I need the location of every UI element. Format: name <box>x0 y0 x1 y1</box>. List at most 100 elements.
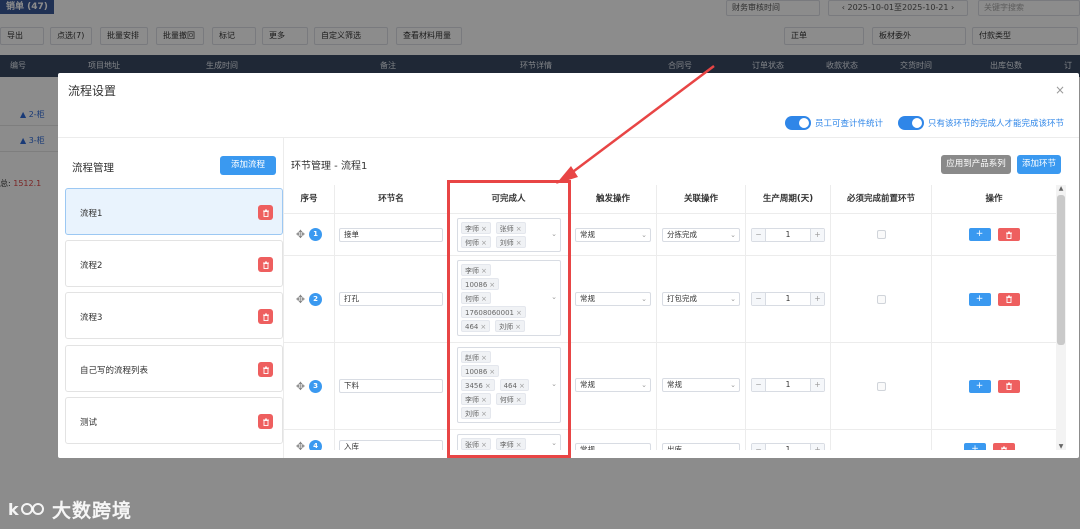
col-actions: 操作 <box>985 194 1003 204</box>
cycle-value[interactable]: 1 <box>766 229 810 241</box>
drag-handle-icon[interactable]: ✥ <box>296 440 305 450</box>
related-select[interactable]: 出库 ⌄ <box>662 443 740 450</box>
name-cell: 入库 <box>335 430 448 450</box>
related-cell: 常规 ⌄ <box>657 343 746 429</box>
prerequisite-checkbox[interactable] <box>876 381 886 391</box>
col-related: 关联操作 <box>657 185 746 214</box>
delete-flow-button[interactable] <box>258 414 273 429</box>
related-select[interactable]: 分拣完成 ⌄ <box>662 228 740 242</box>
drag-handle-icon[interactable]: ✥ <box>296 380 305 393</box>
toggle-switch[interactable] <box>785 116 811 130</box>
trigger-cell: 常规 ⌄ <box>570 214 657 255</box>
name-cell: 下料 <box>335 343 448 429</box>
trigger-select[interactable]: 常规 ⌄ <box>575 228 651 242</box>
chevron-down-icon: ⌄ <box>730 381 736 389</box>
add-step-after-button[interactable]: + <box>968 228 991 241</box>
add-step-after-button[interactable]: + <box>968 379 991 393</box>
add-flow-button[interactable]: 添加流程 <box>220 156 276 175</box>
switch-label: 员工可查计件统计 <box>815 119 884 129</box>
step-name-input[interactable]: 打孔 <box>339 292 443 306</box>
watermark: k 大数跨境 <box>8 496 132 522</box>
flow-name: 流程3 <box>80 313 103 323</box>
table-row: ✥ 2 打孔 李师 × 10086 × 何师 × 17608060001 × 464 × … <box>284 256 1066 343</box>
trash-icon <box>1005 382 1012 390</box>
delete-step-button[interactable] <box>997 228 1020 241</box>
switch-piecework-stats[interactable]: 员工可查计件统计 <box>785 116 883 130</box>
delete-flow-button[interactable] <box>258 257 273 272</box>
flow-item[interactable]: 流程1 <box>65 188 283 235</box>
delete-step-button[interactable] <box>997 379 1020 393</box>
prereq-cell <box>831 256 932 342</box>
table-scrollbar[interactable]: ▲ ▼ <box>1056 185 1066 450</box>
row-actions: + <box>964 443 1015 450</box>
actions-cell: + <box>932 343 1056 429</box>
flow-item[interactable]: 流程3 <box>65 292 283 339</box>
step-name-input[interactable]: 入库 <box>339 440 443 450</box>
flow-item[interactable]: 自己写的流程列表 <box>65 345 283 392</box>
col-prerequisite: 必须完成前置环节 <box>831 185 932 214</box>
step-management-title: 环节管理 - 流程1 <box>291 161 368 172</box>
drag-handle-icon[interactable]: ✥ <box>296 228 305 241</box>
switch-label: 只有该环节的完成人才能完成该环节 <box>928 119 1065 129</box>
switch-only-assignee[interactable]: 只有该环节的完成人才能完成该环节 <box>898 116 1064 130</box>
actions-cell: + <box>932 430 1056 450</box>
related-select[interactable]: 打包完成 ⌄ <box>662 292 740 306</box>
delete-flow-button[interactable] <box>258 309 273 324</box>
add-step-after-button[interactable]: + <box>964 443 986 450</box>
minus-icon[interactable]: − <box>752 293 766 305</box>
step-table-header: 序号 环节名 可完成人 触发操作 关联操作 生产周期(天) 必须完成前置环节 操… <box>284 185 1066 214</box>
delete-flow-button[interactable] <box>258 362 273 377</box>
trash-icon <box>262 418 269 426</box>
prerequisite-checkbox[interactable] <box>876 294 886 304</box>
table-row: ✥ 4 入库 张师 × 李师 × ⌄ 常规 ⌄ 出库 ⌄ − 1 + + <box>284 430 1066 450</box>
chevron-down-icon: ⌄ <box>641 231 647 239</box>
scroll-thumb[interactable] <box>1057 195 1065 345</box>
apply-to-series-button[interactable]: 应用到产品系列 <box>941 155 1011 174</box>
delete-flow-button[interactable] <box>258 205 273 220</box>
seq-cell: ✥ 4 <box>284 430 335 450</box>
plus-icon[interactable]: + <box>810 229 824 241</box>
seq-cell: ✥ 1 <box>284 214 335 255</box>
cycle-stepper[interactable]: − 1 + <box>751 443 825 450</box>
prereq-cell <box>831 343 932 429</box>
add-step-button[interactable]: 添加环节 <box>1017 155 1061 174</box>
toggle-switch[interactable] <box>898 116 924 130</box>
cycle-cell: − 1 + <box>746 256 831 342</box>
drag-handle-icon[interactable]: ✥ <box>296 293 305 306</box>
trigger-select[interactable]: 常规 ⌄ <box>575 378 651 392</box>
cycle-stepper[interactable]: − 1 + <box>751 292 825 306</box>
plus-icon[interactable]: + <box>810 293 824 305</box>
scroll-up-icon[interactable]: ▲ <box>1056 185 1066 192</box>
flow-item[interactable]: 流程2 <box>65 240 283 287</box>
flow-name: 流程1 <box>80 209 103 219</box>
minus-icon[interactable]: − <box>752 379 766 391</box>
step-name-input[interactable]: 接单 <box>339 227 443 242</box>
actions-cell: + <box>932 214 1056 255</box>
prerequisite-checkbox[interactable] <box>876 230 886 239</box>
annotation-highlight-box <box>447 180 571 458</box>
flow-item[interactable]: 测试 <box>65 397 283 444</box>
related-select[interactable]: 常规 ⌄ <box>662 378 740 392</box>
cycle-stepper[interactable]: − 1 + <box>751 228 825 242</box>
minus-icon[interactable]: − <box>752 444 766 450</box>
table-row: ✥ 3 下料 赵师 × 10086 × 3456 × 464 × 李师 × 何师 × 刘师 ×… <box>284 343 1066 430</box>
cycle-stepper[interactable]: − 1 + <box>751 378 825 392</box>
trigger-select[interactable]: 常规 ⌄ <box>575 443 651 450</box>
cycle-value[interactable]: 1 <box>766 293 810 305</box>
delete-step-button[interactable] <box>993 443 1015 450</box>
cycle-cell: − 1 + <box>746 430 831 450</box>
plus-icon[interactable]: + <box>810 444 824 450</box>
close-icon[interactable]: × <box>1055 83 1065 97</box>
table-row: ✥ 1 接单 李师× 张师× 何师× 刘师× ⌄ 常规⌄ 分拣完成⌄ <box>284 214 1066 256</box>
scroll-down-icon[interactable]: ▼ <box>1056 443 1066 450</box>
trash-icon <box>1005 295 1012 303</box>
trigger-cell: 常规 ⌄ <box>570 343 657 429</box>
plus-icon[interactable]: + <box>810 379 824 391</box>
cycle-value[interactable]: 1 <box>766 379 810 391</box>
add-step-after-button[interactable]: + <box>968 292 991 306</box>
step-name-input[interactable]: 下料 <box>339 379 443 393</box>
delete-step-button[interactable] <box>997 292 1020 306</box>
trigger-select[interactable]: 常规 ⌄ <box>575 292 651 306</box>
minus-icon[interactable]: − <box>752 229 766 241</box>
cycle-value[interactable]: 1 <box>766 444 810 450</box>
